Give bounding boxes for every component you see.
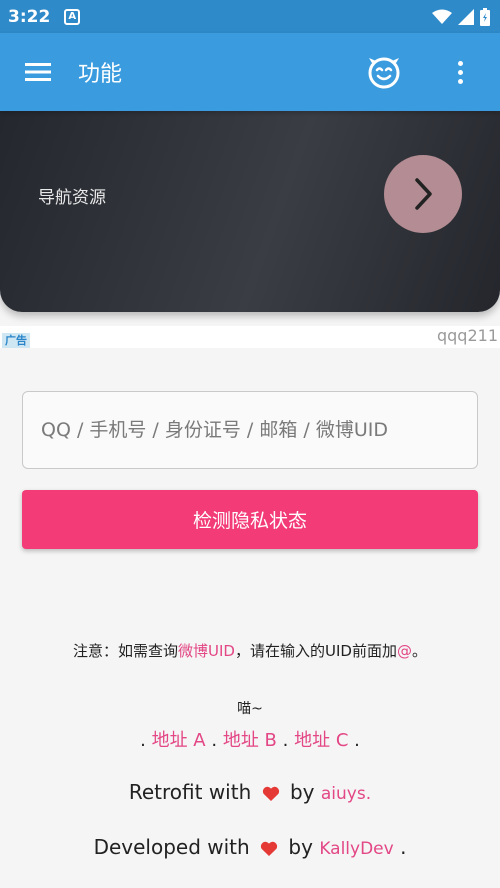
ad-badge: 广告 [2, 333, 30, 348]
search-field[interactable] [22, 391, 478, 469]
address-links: . 地址 A . 地址 B . 地址 C . [140, 730, 360, 751]
ad-text[interactable]: qqq211 [437, 326, 498, 345]
link-address-c[interactable]: 地址 C [294, 730, 348, 751]
navigate-forward-button[interactable] [384, 155, 462, 233]
link-address-a[interactable]: 地址 A [152, 730, 206, 751]
menu-icon[interactable] [18, 52, 58, 92]
heart-icon [260, 841, 278, 856]
more-vert-icon[interactable] [444, 52, 476, 92]
notification-a-icon: A [64, 8, 81, 25]
heart-icon [262, 786, 279, 801]
chevron-right-icon [415, 178, 432, 210]
smiley-face-icon[interactable] [366, 54, 402, 90]
hero-label: 导航资源 [38, 188, 106, 208]
page-title: 功能 [78, 62, 123, 87]
meow-text: 喵~ [237, 701, 263, 717]
author-link-kallydev[interactable]: KallyDev [319, 839, 393, 859]
status-icons [432, 7, 490, 26]
search-input[interactable] [41, 419, 459, 441]
status-time: 3:22 [8, 6, 51, 27]
ad-banner[interactable] [0, 326, 500, 348]
check-privacy-button[interactable]: 检测隐私状态 [22, 490, 478, 549]
author-link-aiuys[interactable]: aiuys. [321, 784, 371, 804]
navigation-resources-card: 导航资源 [0, 111, 500, 312]
note-text: 注意：如需查询微博UID，请在输入的UID前面加@。 [73, 642, 427, 660]
wifi-icon [432, 9, 452, 24]
battery-icon [480, 7, 490, 26]
retrofit-credit: Retrofit with by aiuys. [128, 780, 372, 804]
app-bar: 功能 [0, 33, 500, 111]
status-bar: 3:22 A [0, 0, 500, 33]
signal-icon [458, 8, 474, 25]
developed-credit: Developed with by KallyDev . [93, 835, 407, 859]
link-address-b[interactable]: 地址 B [223, 730, 277, 751]
